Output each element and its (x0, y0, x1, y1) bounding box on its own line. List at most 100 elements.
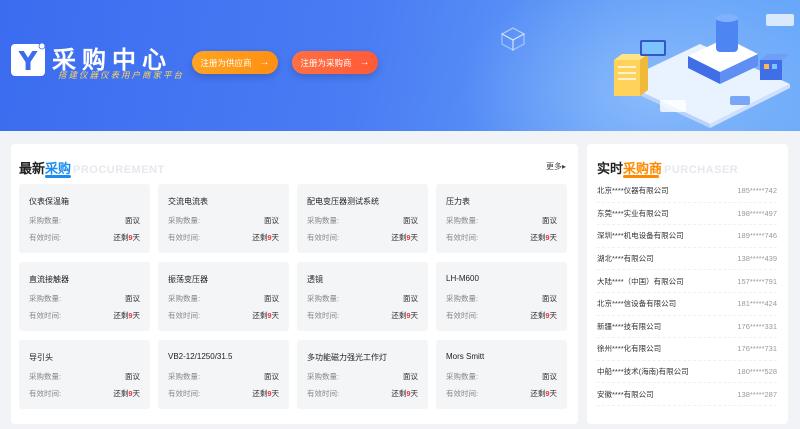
card-valid-row: 有效时间: 还剩9天 (168, 388, 279, 399)
brand-slogan: 搭建仪器仪表用户商家平台 (58, 70, 185, 80)
card-valid-row: 有效时间: 还剩9天 (446, 310, 557, 321)
card-qty-row: 采购数量: 面议 (446, 293, 557, 304)
section-heading: 实时采购商 PURCHASER (597, 158, 738, 177)
purchaser-company: 北京****信设备有限公司 (597, 299, 677, 309)
card-product-name: 导引头 (29, 353, 53, 362)
purchaser-phone: 157*****791 (737, 276, 777, 286)
section-subtitle-en: PURCHASER (664, 164, 739, 176)
valid-label: 有效时间: (446, 389, 479, 398)
procurement-card[interactable]: VB2-12/1250/31.5 采购数量: 面议 有效时间: 还剩9天 (158, 340, 289, 409)
purchaser-list-item[interactable]: 新疆****技有限公司 176*****331 (597, 316, 777, 339)
register-supplier-button[interactable]: 注册为供应商 → (192, 51, 278, 74)
purchaser-phone: 185*****742 (737, 186, 777, 196)
card-qty-row: 采购数量: 面议 (307, 371, 418, 382)
valid-label: 有效时间: (168, 233, 201, 242)
procurement-card[interactable]: 配电变压器测试系统采购数量: 面议 有效时间: 还剩9天 (297, 184, 428, 253)
more-link[interactable]: 更多▸ (546, 161, 566, 172)
valid-label: 有效时间: (307, 233, 340, 242)
purchaser-list-item[interactable]: 大陆****（中国）有限公司 157*****791 (597, 270, 777, 293)
qty-value: 面议 (542, 294, 557, 303)
remaining-days: 还剩9天 (252, 311, 279, 320)
procurement-card[interactable]: 压力表 采购数量: 面议 有效时间: 还剩9天 (436, 184, 567, 253)
procurement-card[interactable]: 直流接触器 采购数量: 面议 有效时间: 还剩9天 (19, 262, 150, 331)
remaining-days: 还剩9天 (530, 311, 557, 320)
card-qty-row: 采购数量: 面议 (446, 215, 557, 226)
remaining-days: 还剩9天 (113, 311, 140, 320)
qty-value: 面议 (264, 216, 279, 225)
card-product-name: 多功能磁力强光工作灯 (307, 353, 387, 362)
card-valid-row: 有效时间: 还剩9天 (29, 232, 140, 243)
section-heading: 最新采购 PROCUREMENT (19, 158, 165, 177)
card-product-name: 压力表 (446, 197, 470, 206)
qty-label: 采购数量: (446, 294, 479, 303)
purchaser-phone: 138*****439 (737, 254, 777, 264)
card-product-name: 振荡变压器 (168, 275, 208, 284)
qty-value: 面议 (403, 372, 418, 381)
remaining-days: 还剩9天 (391, 389, 418, 398)
procurement-card[interactable]: 导引头 采购数量: 面议 有效时间: 还剩9天 (19, 340, 150, 409)
card-product-name: VB2-12/1250/31.5 (168, 352, 233, 361)
valid-label: 有效时间: (168, 389, 201, 398)
qty-label: 采购数量: (168, 372, 201, 381)
valid-label: 有效时间: (29, 233, 62, 242)
purchaser-company: 徐州****化有限公司 (597, 344, 662, 354)
latest-procurement-panel: 最新采购 PROCUREMENT 更多▸ 仪表保温箱 采购数量: 面议 有效时间: 还剩… (11, 144, 578, 424)
purchaser-company: 北京****仪器有限公司 (597, 186, 669, 196)
qty-label: 采购数量: (168, 216, 201, 225)
valid-label: 有效时间: (446, 311, 479, 320)
purchaser-list: 北京****仪器有限公司 185*****742 东莞****实业有限公司 198**… (597, 180, 777, 406)
purchaser-list-item[interactable]: 湖北****有限公司 138*****439 (597, 248, 777, 271)
purchaser-list-item[interactable]: 东莞****实业有限公司 198*****497 (597, 203, 777, 226)
remaining-days: 还剩9天 (113, 389, 140, 398)
register-supplier-label: 注册为供应商 (200, 57, 252, 68)
purchaser-list-item[interactable]: 深圳****机电设备有限公司 189*****746 (597, 225, 777, 248)
arrow-right-icon: → (259, 57, 270, 68)
purchaser-list-item[interactable]: 安徽****有限公司 138*****287 (597, 383, 777, 406)
procurement-card[interactable]: Mors Smitt 采购数量: 面议 有效时间: 还剩9天 (436, 340, 567, 409)
register-buyer-button[interactable]: 注册为采购商 → (292, 51, 378, 74)
arrow-right-icon: → (359, 57, 370, 68)
qty-value: 面议 (403, 294, 418, 303)
title-underline (45, 175, 71, 178)
purchaser-list-item[interactable]: 中船****技术(海南)有限公司 180*****528 (597, 361, 777, 384)
qty-value: 面议 (403, 216, 418, 225)
card-valid-row: 有效时间: 还剩9天 (168, 310, 279, 321)
qty-label: 采购数量: (307, 294, 340, 303)
procurement-card[interactable]: 仪表保温箱 采购数量: 面议 有效时间: 还剩9天 (19, 184, 150, 253)
isometric-platform-illustration (614, 14, 794, 128)
card-product-name: 配电变压器测试系统 (307, 197, 379, 206)
purchaser-list-item[interactable]: 北京****仪器有限公司 185*****742 (597, 180, 777, 203)
procurement-card[interactable]: LH-M600 采购数量: 面议 有效时间: 还剩9天 (436, 262, 567, 331)
procurement-card[interactable]: 振荡变压器采购数量: 面议 有效时间: 还剩9天 (158, 262, 289, 331)
purchaser-list-item[interactable]: 北京****信设备有限公司 181*****424 (597, 293, 777, 316)
card-valid-row: 有效时间: 还剩9天 (29, 310, 140, 321)
valid-label: 有效时间: (29, 389, 62, 398)
purchaser-phone: 180*****528 (737, 367, 777, 377)
card-qty-row: 采购数量: 面议 (307, 215, 418, 226)
purchaser-list-item[interactable]: 徐州****化有限公司 176*****731 (597, 338, 777, 361)
card-product-name: 交流电流表 (168, 197, 208, 206)
card-qty-row: 采购数量: 面议 (168, 215, 279, 226)
register-buyer-label: 注册为采购商 (300, 57, 352, 68)
valid-label: 有效时间: (168, 311, 201, 320)
procurement-card[interactable]: 透镜 采购数量: 面议 有效时间: 还剩9天 (297, 262, 428, 331)
card-qty-row: 采购数量: 面议 (168, 293, 279, 304)
card-valid-row: 有效时间: 还剩9天 (29, 388, 140, 399)
valid-label: 有效时间: (446, 233, 479, 242)
purchaser-company: 东莞****实业有限公司 (597, 208, 669, 218)
valid-label: 有效时间: (29, 311, 62, 320)
brand-logo-icon: Y (11, 42, 46, 77)
qty-value: 面议 (542, 372, 557, 381)
card-qty-row: 采购数量: 面议 (446, 371, 557, 382)
title-underline (623, 175, 659, 178)
procurement-card[interactable]: 交流电流表 采购数量: 面议 有效时间: 还剩9天 (158, 184, 289, 253)
remaining-days: 还剩9天 (391, 233, 418, 242)
qty-label: 采购数量: (29, 294, 62, 303)
valid-label: 有效时间: (307, 311, 340, 320)
qty-label: 采购数量: (168, 294, 201, 303)
qty-label: 采购数量: (307, 372, 340, 381)
procurement-card[interactable]: 多功能磁力强光工作灯 采购数量: 面议 有效时间: 还剩9天 (297, 340, 428, 409)
procurement-grid: 仪表保温箱 采购数量: 面议 有效时间: 还剩9天 交流电流表 采购数量: 面议 有效时间: 还剩… (19, 184, 567, 409)
purchaser-company: 中船****技术(海南)有限公司 (597, 367, 689, 377)
purchaser-phone: 138*****287 (737, 389, 777, 399)
